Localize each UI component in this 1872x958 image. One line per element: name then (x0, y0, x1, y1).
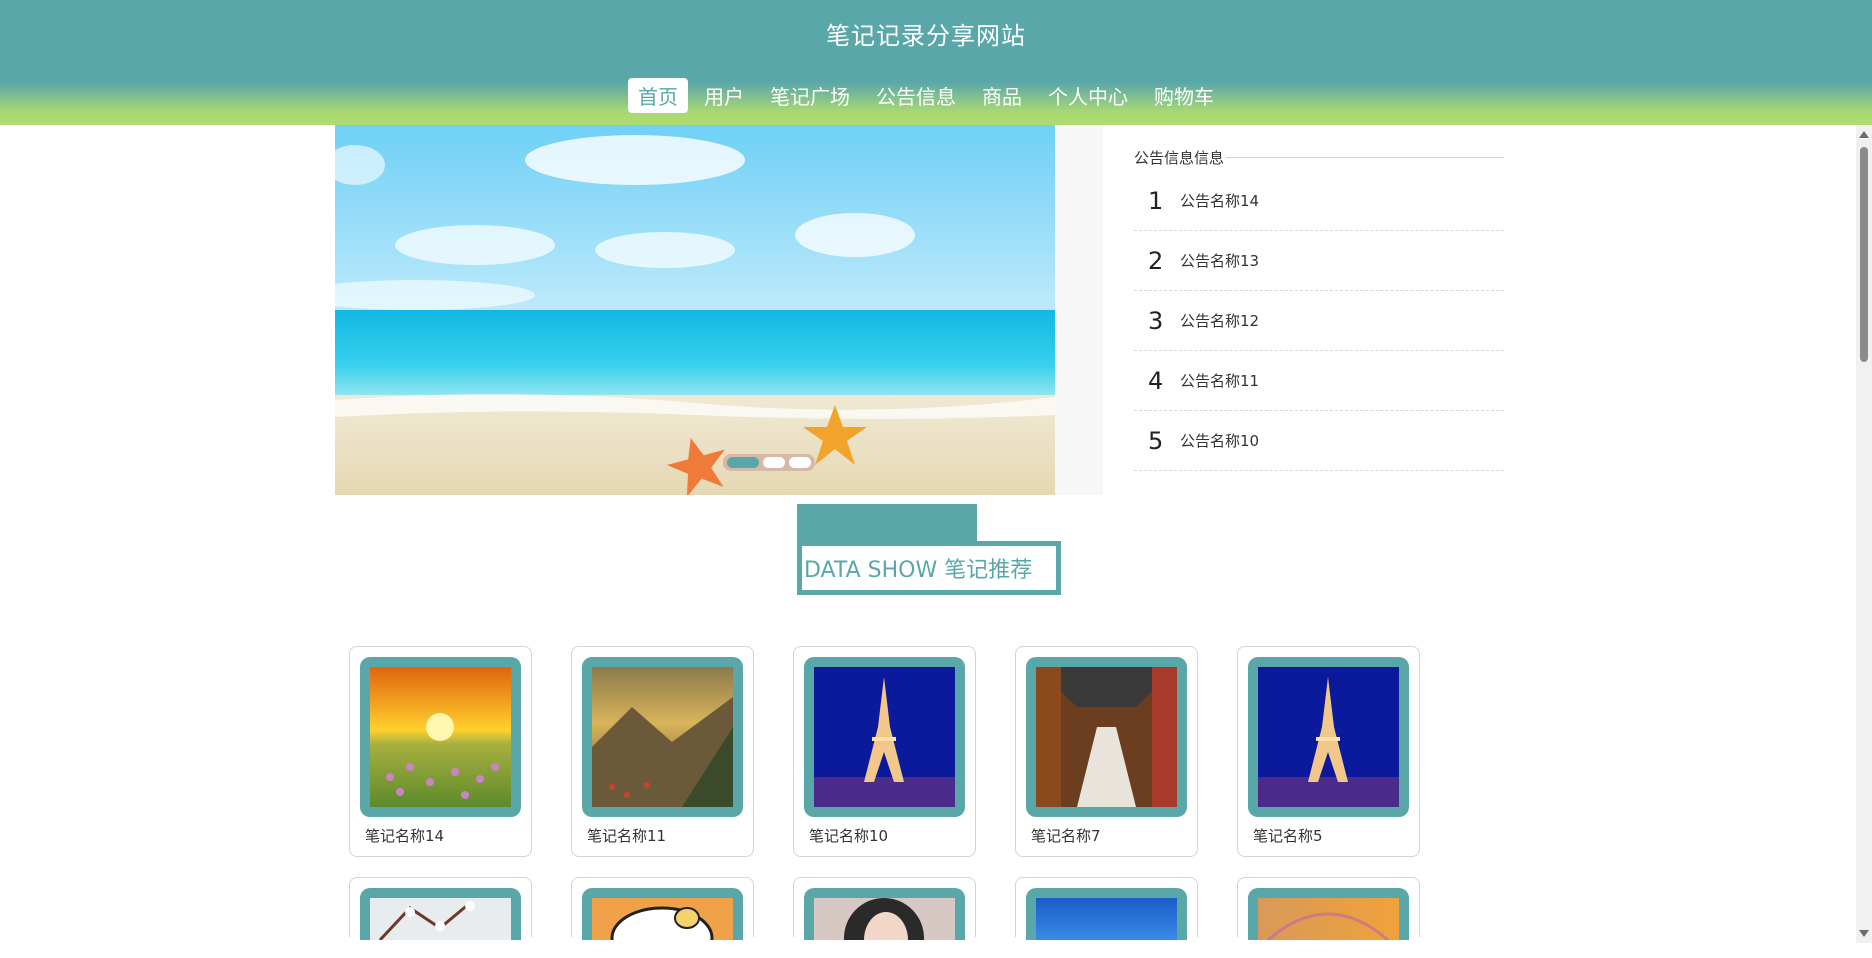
notice-item[interactable]: 3 公告名称12 (1134, 291, 1504, 351)
portrait-girl-image (814, 898, 955, 940)
note-card[interactable] (571, 877, 754, 940)
main-nav: 首页 用户 笔记广场 公告信息 商品 个人中心 购物车 (0, 78, 1852, 113)
note-card-title: 笔记名称11 (587, 827, 667, 845)
note-image-frame (360, 888, 521, 940)
note-image-frame (1248, 888, 1409, 940)
note-card[interactable]: 笔记名称5 (1237, 646, 1420, 857)
note-card[interactable]: 笔记名称7 (1015, 646, 1198, 857)
site-title: 笔记记录分享网站 (826, 22, 1026, 50)
section-title-frame: DATA SHOW 笔记推荐 (797, 541, 1061, 595)
carousel-dot-3[interactable] (789, 457, 811, 468)
notice-name: 公告名称11 (1180, 372, 1260, 390)
note-image-frame (804, 657, 965, 817)
blossom-branch-image (370, 898, 511, 940)
carousel-dot-1[interactable] (727, 457, 759, 468)
note-image-frame (582, 888, 743, 940)
nav-item-profile[interactable]: 个人中心 (1038, 78, 1138, 113)
note-image-frame (1026, 888, 1187, 940)
scroll-down-arrow-icon[interactable] (1859, 930, 1869, 937)
section-title-accent (797, 504, 977, 544)
nav-item-home[interactable]: 首页 (628, 78, 688, 113)
note-card[interactable] (793, 877, 976, 940)
temple-corridor-image (1036, 667, 1177, 807)
notice-number: 1 (1148, 186, 1164, 215)
mountain-valley-image (592, 667, 733, 807)
carousel-dot-2[interactable] (763, 457, 785, 468)
note-image-frame (1026, 657, 1187, 817)
eiffel-tower-image (1258, 667, 1399, 807)
note-card-title: 笔记名称14 (365, 827, 445, 845)
note-image-frame (1248, 657, 1409, 817)
note-card-title: 笔记名称10 (809, 827, 889, 845)
note-card[interactable]: 笔记名称10 (793, 646, 976, 857)
section-title: DATA SHOW 笔记推荐 (802, 546, 1056, 590)
notice-number: 5 (1148, 426, 1164, 455)
notice-number: 2 (1148, 246, 1164, 275)
note-card[interactable] (1015, 877, 1198, 940)
nav-item-products[interactable]: 商品 (972, 78, 1032, 113)
eiffel-tower-image (814, 667, 955, 807)
note-card-title: 笔记名称7 (1031, 827, 1101, 845)
notice-name: 公告名称12 (1180, 312, 1260, 330)
nav-item-cart[interactable]: 购物车 (1144, 78, 1224, 113)
note-card[interactable]: 笔记名称11 (571, 646, 754, 857)
notice-item[interactable]: 2 公告名称13 (1134, 231, 1504, 291)
notice-list: 1 公告名称14 2 公告名称13 3 公告名称12 4 公告名称11 5 公告… (1134, 171, 1504, 471)
notice-item[interactable]: 1 公告名称14 (1134, 171, 1504, 231)
notice-panel: 公告信息信息 1 公告名称14 2 公告名称13 3 公告名称12 4 公告名称… (1134, 147, 1504, 471)
cartoon-character-image (592, 898, 733, 940)
note-image-frame (360, 657, 521, 817)
banner-image-beach (335, 125, 1055, 495)
nav-item-note-square[interactable]: 笔记广场 (760, 78, 860, 113)
notice-divider (1226, 156, 1504, 158)
notice-number: 4 (1148, 366, 1164, 395)
page-scrollbar[interactable] (1856, 125, 1872, 943)
notice-name: 公告名称10 (1180, 432, 1260, 450)
banner-carousel[interactable] (335, 125, 1103, 495)
notice-item[interactable]: 5 公告名称10 (1134, 411, 1504, 471)
nav-item-notices[interactable]: 公告信息 (866, 78, 966, 113)
note-image-frame (804, 888, 965, 940)
note-card[interactable] (349, 877, 532, 940)
scroll-thumb[interactable] (1860, 147, 1868, 362)
scroll-up-arrow-icon[interactable] (1859, 131, 1869, 138)
note-card[interactable] (1237, 877, 1420, 940)
carousel-dots (723, 454, 815, 471)
sunset-meadow-image (370, 667, 511, 807)
notice-header: 公告信息信息 (1134, 147, 1504, 167)
sunset-rainbow-image (1258, 898, 1399, 940)
note-card[interactable]: 笔记名称14 (349, 646, 532, 857)
notice-name: 公告名称13 (1180, 252, 1260, 270)
notice-name: 公告名称14 (1180, 192, 1260, 210)
note-image-frame (582, 657, 743, 817)
nav-item-users[interactable]: 用户 (694, 78, 754, 113)
notice-item[interactable]: 4 公告名称11 (1134, 351, 1504, 411)
note-card-title: 笔记名称5 (1253, 827, 1323, 845)
site-header: 笔记记录分享网站 首页 用户 笔记广场 公告信息 商品 个人中心 购物车 (0, 0, 1872, 125)
notice-number: 3 (1148, 306, 1164, 335)
notice-title: 公告信息信息 (1134, 148, 1225, 167)
blue-sky-image (1036, 898, 1177, 940)
